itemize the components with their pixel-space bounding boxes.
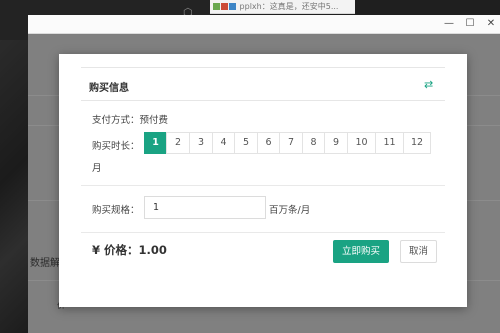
close-icon[interactable]: ✕ [484,17,498,31]
duration-option-11[interactable]: 11 [375,132,404,154]
duration-option-8[interactable]: 8 [302,132,325,154]
spec-unit: 百万条/月 [269,205,311,216]
dialog-title: 购买信息 [89,83,129,94]
dialog-divider [81,185,445,186]
duration-option-3[interactable]: 3 [189,132,213,154]
duration-option-7[interactable]: 7 [279,132,303,154]
price-text: ¥ 价格：1.00 [92,243,167,257]
app-icon [221,3,228,10]
duration-option-12[interactable]: 12 [403,132,431,154]
duration-option-1[interactable]: 1 [144,132,167,154]
duration-option-5[interactable]: 5 [234,132,258,154]
duration-label: 购买时长： [92,141,140,152]
background-label: 数据解 [30,258,60,269]
notification-bar[interactable]: pplxh：这真是，还安中5... [210,0,355,14]
duration-option-2[interactable]: 2 [166,132,190,154]
duration-option-6[interactable]: 6 [257,132,280,154]
dialog-top-divider [81,67,445,68]
dialog-divider [81,232,445,233]
minimize-icon[interactable]: — [442,17,456,31]
duration-option-9[interactable]: 9 [324,132,348,154]
notification-text: pplxh：这真是，还安中5... [239,2,339,11]
payment-method-value: 预付费 [139,115,169,126]
app-icon [229,3,236,10]
duration-option-4[interactable]: 4 [212,132,235,154]
spec-label: 购买规格： [92,205,140,216]
payment-method-label: 支付方式：预付费 [92,115,169,126]
background-desktop-pattern [0,40,28,333]
cancel-button[interactable]: 取消 [400,240,437,263]
app-icon [213,3,220,10]
dialog-header-divider [81,100,445,101]
duration-selector: 1 2 3 4 5 6 7 8 9 10 11 12 [144,132,431,154]
duration-unit: 月 [92,163,102,174]
maximize-icon[interactable]: ☐ [463,17,477,31]
buy-now-button[interactable]: 立即购买 [333,240,389,263]
window-titlebar: — ☐ ✕ [28,15,500,34]
duration-option-10[interactable]: 10 [347,132,376,154]
swap-icon[interactable]: ⇄ [424,79,433,90]
spec-quantity-input[interactable]: 1 [144,196,266,219]
